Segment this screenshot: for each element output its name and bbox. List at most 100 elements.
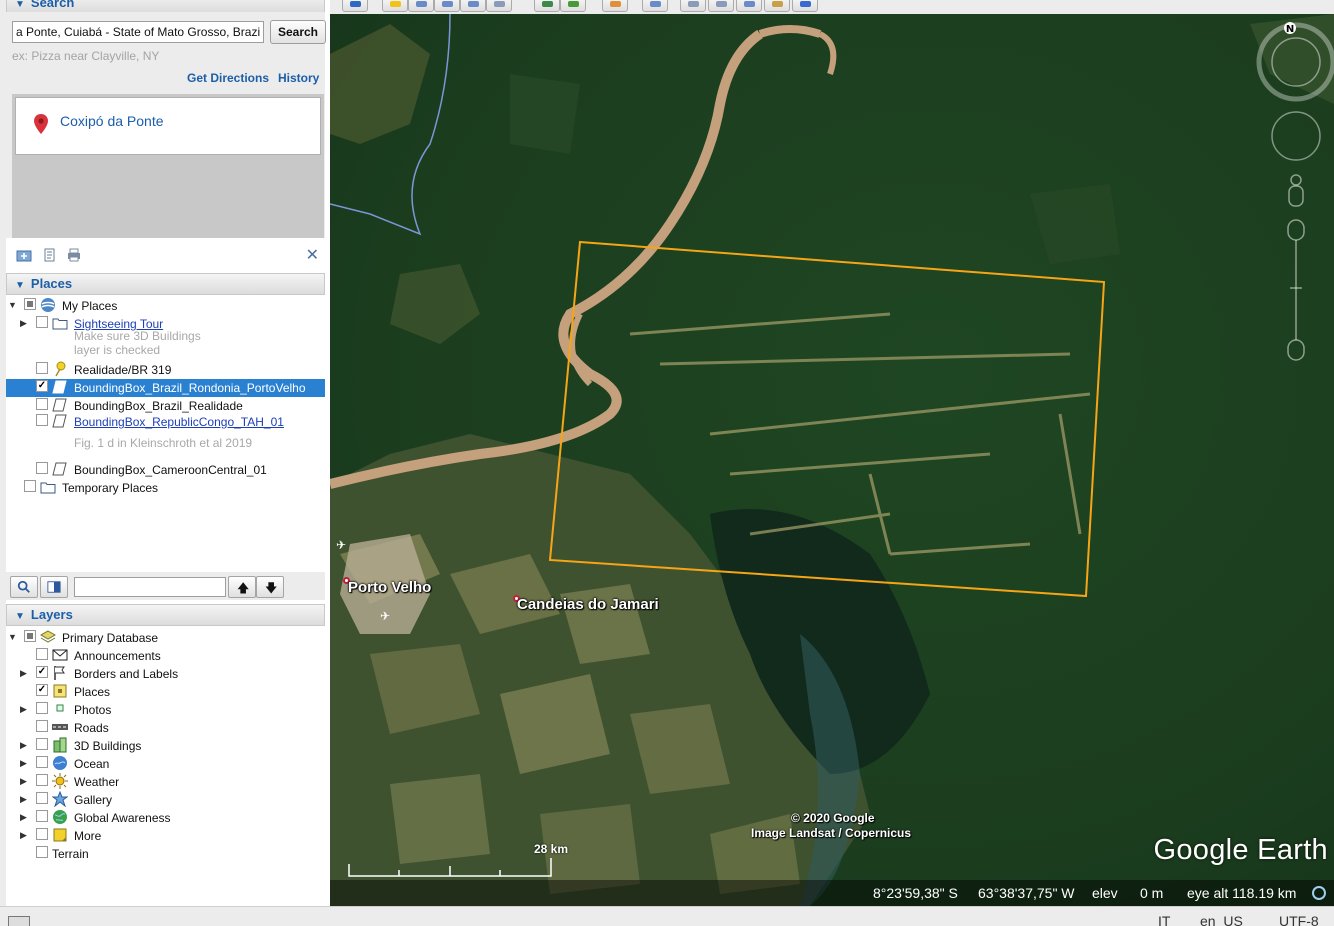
collapsed-arrow-icon[interactable]: ▶ <box>20 705 28 714</box>
look-joystick[interactable] <box>1271 37 1321 87</box>
move-down-button[interactable]: 🡇 <box>256 576 284 598</box>
roads-icon <box>52 724 68 730</box>
collapsed-arrow-icon[interactable]: ▶ <box>20 759 28 768</box>
switch-planet-button[interactable] <box>602 0 628 12</box>
checkbox[interactable] <box>36 702 48 714</box>
checkbox[interactable] <box>36 756 48 768</box>
satellite-imagery[interactable]: ✈ ✈ <box>330 14 1334 906</box>
move-joystick[interactable] <box>1271 111 1321 161</box>
collapsed-arrow-icon[interactable]: ▶ <box>20 669 28 678</box>
checkbox[interactable] <box>36 648 48 660</box>
checkbox-checked[interactable]: ✓ <box>36 666 48 678</box>
save-image-button[interactable] <box>736 0 762 12</box>
search-input[interactable] <box>12 21 264 43</box>
add-polygon-button[interactable] <box>408 0 434 12</box>
email-icon <box>688 1 699 7</box>
navigation-controls[interactable]: N <box>1256 20 1334 370</box>
checkbox[interactable] <box>36 810 48 822</box>
city-label-candeias[interactable]: Candeias do Jamari <box>517 596 659 613</box>
add-overlay-button[interactable] <box>460 0 486 12</box>
window-icon[interactable] <box>8 916 30 926</box>
layers-header[interactable]: ▼ Layers <box>6 604 325 626</box>
expanded-arrow-icon[interactable]: ▼ <box>8 633 17 642</box>
history-link[interactable]: History <box>278 71 319 85</box>
polygon-icon <box>52 462 67 476</box>
checkbox-checked[interactable]: ✓ <box>36 380 48 392</box>
ocean-icon <box>53 756 67 770</box>
collapsed-arrow-icon[interactable]: ▶ <box>20 795 28 804</box>
search-result-name[interactable]: Coxipó da Ponte <box>60 113 164 129</box>
polygon-icon <box>52 414 67 428</box>
envelope-icon <box>52 649 68 661</box>
language-indicator[interactable]: en_US <box>1200 913 1243 926</box>
zoom-slider[interactable] <box>1287 219 1305 361</box>
checkbox[interactable] <box>24 298 36 310</box>
checkbox[interactable] <box>36 462 48 474</box>
print-button[interactable] <box>708 0 734 12</box>
places-tree: ▼ My Places ▶ Sightseeing Tour Make sure… <box>6 296 325 568</box>
sidebar-icon <box>350 1 361 7</box>
historical-imagery-button[interactable] <box>534 0 560 12</box>
tree-item-label[interactable]: BoundingBox_RepublicCongo_TAH_01 <box>74 415 284 429</box>
get-directions-link[interactable]: Get Directions <box>187 71 269 85</box>
checkbox-checked[interactable]: ✓ <box>36 684 48 696</box>
checkbox[interactable] <box>24 630 36 642</box>
city-label-porto-velho[interactable]: Porto Velho <box>348 579 431 596</box>
tree-item-label: BoundingBox_CameroonCentral_01 <box>74 463 267 477</box>
cursor-indicator: IT <box>1158 913 1171 926</box>
checkbox[interactable] <box>36 414 48 426</box>
save-image-icon <box>744 1 755 7</box>
expanded-arrow-icon[interactable]: ▼ <box>8 301 17 310</box>
checkbox[interactable] <box>24 480 36 492</box>
search-places-button[interactable] <box>10 576 38 598</box>
places-header[interactable]: ▼ Places <box>6 273 325 295</box>
latitude-readout: 8°23'59,38" S <box>873 885 958 901</box>
checkbox[interactable] <box>36 398 48 410</box>
sidebar-toggle-button[interactable] <box>342 0 368 12</box>
polygon-icon <box>52 398 67 412</box>
layer-label: Places <box>74 685 111 699</box>
checkbox[interactable] <box>36 774 48 786</box>
add-placemark-button[interactable] <box>382 0 408 12</box>
polygon-icon <box>52 380 67 394</box>
ruler-button[interactable] <box>642 0 668 12</box>
checkbox[interactable] <box>36 828 48 840</box>
view-maps-button[interactable] <box>764 0 790 12</box>
compass-ring[interactable] <box>1256 22 1334 102</box>
collapsed-arrow-icon[interactable]: ▶ <box>20 831 28 840</box>
collapsed-arrow-icon[interactable]: ▶ <box>20 741 28 750</box>
checkbox[interactable] <box>36 316 48 328</box>
email-button[interactable] <box>680 0 706 12</box>
toggle-panel-button[interactable] <box>40 576 68 598</box>
tree-item-label: BoundingBox_Brazil_Realidade <box>74 399 243 413</box>
encoding-indicator[interactable]: UTF-8 <box>1279 913 1319 926</box>
collapse-triangle-icon: ▼ <box>15 0 25 10</box>
layer-label: Primary Database <box>62 631 159 645</box>
earth-button[interactable] <box>792 0 818 12</box>
checkbox[interactable] <box>36 720 48 732</box>
eye-altitude: eye alt 118.19 km <box>1187 885 1297 901</box>
checkbox[interactable] <box>36 846 48 858</box>
gallery-icon <box>52 791 68 807</box>
add-to-places-icon[interactable] <box>16 247 32 263</box>
street-view-pegman-icon[interactable] <box>1288 174 1304 207</box>
streaming-indicator-icon <box>1312 886 1326 900</box>
record-tour-button[interactable] <box>486 0 512 12</box>
copy-icon[interactable] <box>42 247 58 263</box>
move-up-button[interactable]: 🡅 <box>228 576 256 598</box>
places-search-input[interactable] <box>74 577 226 597</box>
checkbox[interactable] <box>36 738 48 750</box>
collapsed-arrow-icon[interactable]: ▶ <box>20 813 28 822</box>
clock-icon <box>542 1 553 7</box>
collapsed-arrow-icon[interactable]: ▶ <box>20 777 28 786</box>
search-button[interactable]: Search <box>270 20 326 44</box>
print-icon[interactable] <box>66 247 82 263</box>
add-path-button[interactable] <box>434 0 460 12</box>
search-result-item[interactable]: Coxipó da Ponte <box>15 97 321 155</box>
checkbox[interactable] <box>36 792 48 804</box>
collapsed-arrow-icon[interactable]: ▶ <box>20 319 28 328</box>
sunlight-button[interactable] <box>560 0 586 12</box>
checkbox[interactable] <box>36 362 48 374</box>
earth-map-view[interactable]: ✈ ✈ Porto Velho Candeias do Jamari N © 2… <box>330 14 1334 906</box>
close-search-icon[interactable]: ✕ <box>306 245 319 265</box>
